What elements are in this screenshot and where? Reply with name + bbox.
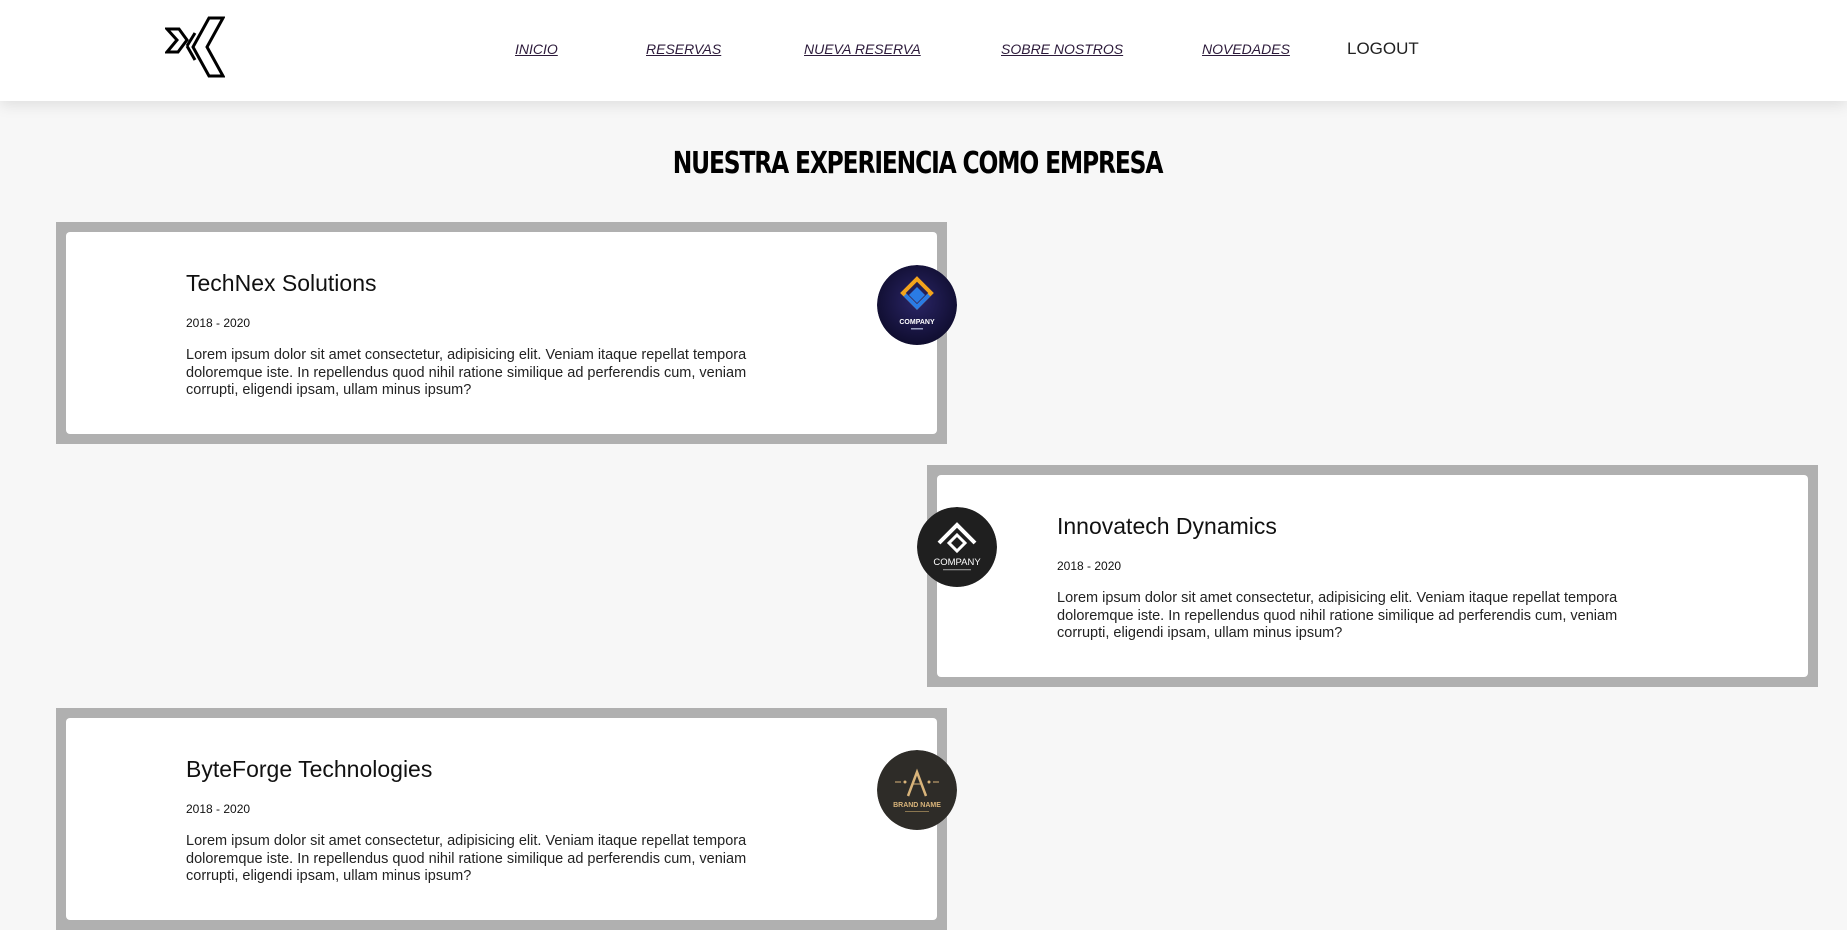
experience-dates: 2018 - 2020	[186, 316, 251, 330]
experience-card: Innovatech Dynamics 2018 - 2020 Lorem ip…	[937, 475, 1808, 677]
top-navbar: INICIO RESERVAS NUEVA RESERVA SOBRE NOST…	[0, 0, 1847, 101]
logout-button[interactable]: LOGOUT	[1347, 39, 1419, 59]
nav-link-novedades[interactable]: NOVEDADES	[1202, 41, 1290, 57]
experience-card: ByteForge Technologies 2018 - 2020 Lorem…	[66, 718, 937, 920]
experience-description: Lorem ipsum dolor sit amet consectetur, …	[186, 833, 747, 884]
svg-text:COMPANY: COMPANY	[933, 557, 981, 568]
company-logo-badge: BRAND NAME	[877, 750, 957, 830]
roof-logo-icon: COMPANY	[917, 507, 997, 587]
experience-description: Lorem ipsum dolor sit amet consectetur, …	[186, 347, 747, 398]
company-logo-badge: COMPANY	[917, 507, 997, 587]
a-letter-logo-icon: BRAND NAME	[877, 750, 957, 830]
experience-dates: 2018 - 2020	[1057, 559, 1122, 573]
experience-dates: 2018 - 2020	[186, 802, 251, 816]
experience-card: TechNex Solutions 2018 - 2020 Lorem ipsu…	[66, 232, 937, 434]
diamond-logo-icon: COMPANY	[877, 265, 957, 345]
nav-link-sobre-nosotros[interactable]: SOBRE NOSTROS	[1001, 41, 1123, 57]
company-logo-badge: COMPANY	[877, 265, 957, 345]
company-name: TechNex Solutions	[186, 270, 377, 296]
experience-card-frame: Innovatech Dynamics 2018 - 2020 Lorem ip…	[927, 465, 1818, 687]
nav-link-inicio[interactable]: INICIO	[515, 41, 558, 57]
nav-link-reservas[interactable]: RESERVAS	[646, 41, 721, 57]
experience-card-frame: TechNex Solutions 2018 - 2020 Lorem ipsu…	[56, 222, 947, 444]
company-name: Innovatech Dynamics	[1057, 513, 1277, 539]
experience-description: Lorem ipsum dolor sit amet consectetur, …	[1057, 590, 1618, 641]
svg-text:BRAND NAME: BRAND NAME	[893, 802, 941, 809]
page-title: NUESTRA EXPERIENCIA COMO EMPRESA	[672, 146, 1164, 181]
svg-text:COMPANY: COMPANY	[899, 319, 935, 326]
nav-link-nueva-reserva[interactable]: NUEVA RESERVA	[804, 41, 921, 57]
company-name: ByteForge Technologies	[186, 756, 433, 782]
experience-card-frame: ByteForge Technologies 2018 - 2020 Lorem…	[56, 708, 947, 930]
site-logo-icon[interactable]	[163, 16, 226, 78]
